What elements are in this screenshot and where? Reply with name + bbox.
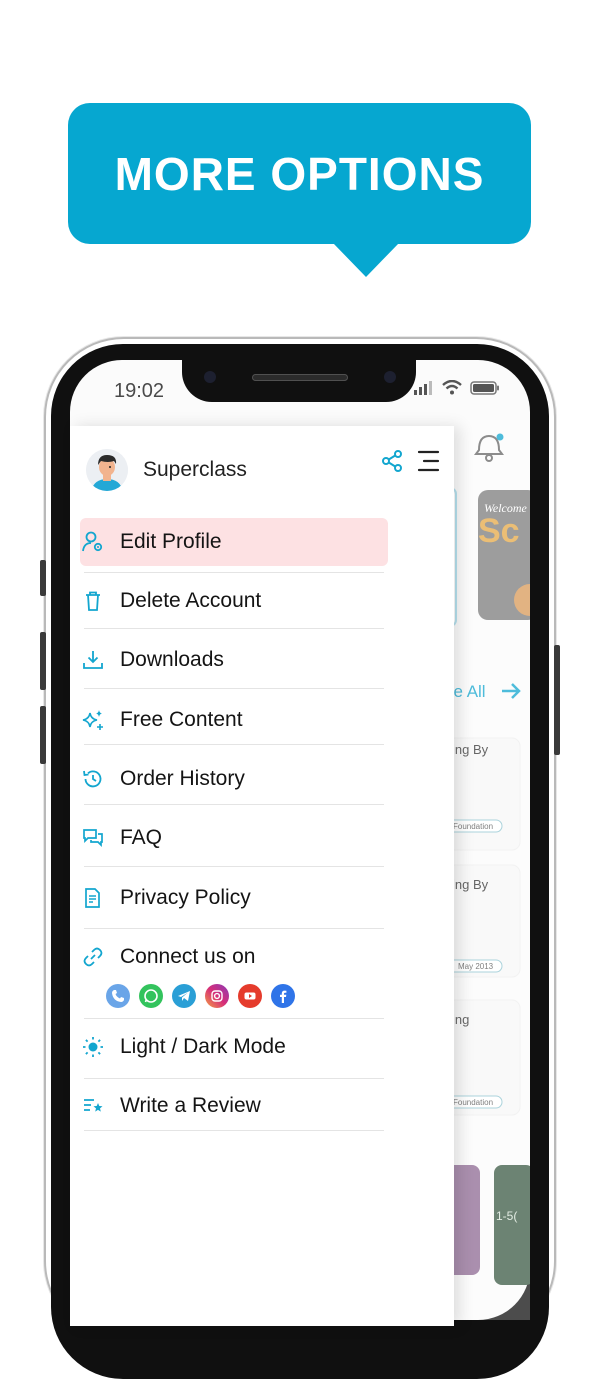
- menu-label: Delete Account: [120, 589, 262, 612]
- history-icon: [82, 768, 104, 790]
- volume-down-button: [40, 706, 46, 764]
- status-time: 19:02: [114, 380, 165, 402]
- dark-mode-label[interactable]: Dark Mode: [183, 1035, 286, 1059]
- social-links: [106, 984, 295, 1008]
- menu-order-history[interactable]: Order History: [80, 755, 384, 803]
- telegram-icon[interactable]: [172, 984, 196, 1008]
- divider: [84, 928, 384, 929]
- signal-icon: [414, 381, 432, 395]
- menu-label: Downloads: [120, 648, 224, 671]
- menu-connect-us[interactable]: Connect us on: [80, 933, 384, 981]
- mute-switch: [40, 560, 46, 596]
- link-icon: [82, 946, 104, 968]
- menu-label: FAQ: [120, 826, 163, 849]
- share-icon[interactable]: [380, 449, 404, 473]
- banner-title: MORE OPTIONS: [114, 147, 485, 200]
- divider: [84, 1078, 384, 1079]
- divider: [84, 804, 384, 805]
- sensor-icon: [384, 371, 396, 383]
- chat-bubbles-icon: [82, 827, 104, 849]
- wifi-icon: [442, 380, 462, 395]
- menu-label: Order History: [120, 767, 245, 790]
- sparkle-icon: [82, 709, 104, 731]
- menu-downloads[interactable]: Downloads: [80, 636, 384, 684]
- menu-label: Edit Profile: [120, 530, 222, 553]
- review-star-icon: [82, 1095, 104, 1117]
- menu-label: Free Content: [120, 708, 243, 731]
- power-button: [554, 645, 560, 755]
- camera-icon: [204, 371, 216, 383]
- divider: [84, 628, 384, 629]
- divider: [84, 1018, 384, 1019]
- divider: [84, 688, 384, 689]
- document-icon: [82, 887, 104, 909]
- phone-notch: [182, 360, 416, 402]
- speaker-grille: [252, 374, 348, 381]
- instagram-icon[interactable]: [205, 984, 229, 1008]
- sun-icon: [82, 1036, 104, 1058]
- volume-up-button: [40, 632, 46, 690]
- youtube-icon[interactable]: [238, 984, 262, 1008]
- menu-edit-profile[interactable]: Edit Profile: [80, 518, 388, 566]
- menu-theme-toggle[interactable]: Light / Dark Mode: [80, 1023, 384, 1071]
- trash-icon: [82, 590, 104, 612]
- user-gear-icon: [82, 531, 104, 553]
- avatar[interactable]: [86, 449, 128, 491]
- divider: [84, 1130, 384, 1131]
- whatsapp-icon[interactable]: [139, 984, 163, 1008]
- menu-free-content[interactable]: Free Content: [80, 696, 384, 744]
- menu-delete-account[interactable]: Delete Account: [80, 577, 384, 625]
- phone-icon[interactable]: [106, 984, 130, 1008]
- divider: [84, 866, 384, 867]
- divider: [84, 744, 384, 745]
- app-name: Superclass: [143, 458, 247, 481]
- menu-privacy-policy[interactable]: Privacy Policy: [80, 874, 384, 922]
- mode-separator: /: [165, 1035, 184, 1058]
- facebook-icon[interactable]: [271, 984, 295, 1008]
- menu-faq[interactable]: FAQ: [80, 814, 384, 862]
- battery-icon: [470, 381, 499, 395]
- menu-write-review[interactable]: Write a Review: [80, 1082, 384, 1130]
- menu-icon[interactable]: [416, 450, 440, 472]
- more-options-banner: MORE OPTIONS: [68, 103, 531, 277]
- status-icons: [414, 380, 500, 395]
- divider: [84, 572, 384, 573]
- light-mode-label[interactable]: Light: [120, 1035, 166, 1059]
- menu-label: Privacy Policy: [120, 886, 251, 909]
- menu-label: Write a Review: [120, 1094, 261, 1117]
- download-icon: [82, 649, 104, 671]
- menu-label: Connect us on: [120, 945, 256, 968]
